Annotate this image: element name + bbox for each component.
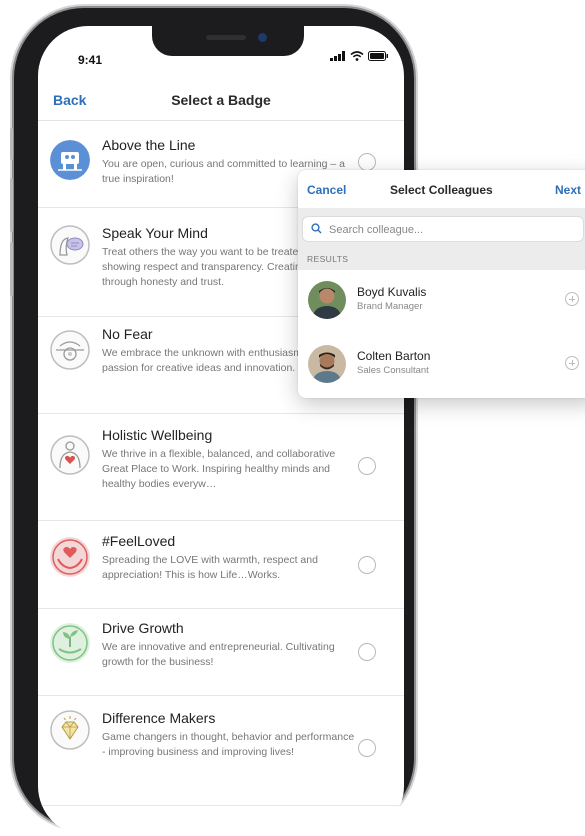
badge-description: Game changers in thought, behavior and p… [102, 731, 355, 758]
badge-radio[interactable] [358, 153, 376, 171]
badge-row-holistic-wellbeing[interactable]: Holistic Wellbeing We thrive in a flexib… [38, 413, 404, 521]
colleagues-title: Select Colleagues [390, 183, 493, 197]
phone-volume-up-button [10, 178, 13, 232]
colleague-name: Colten Barton [357, 349, 431, 363]
avatar [308, 345, 346, 383]
add-colleague-button[interactable] [565, 356, 579, 370]
colleague-name: Boyd Kuvalis [357, 285, 427, 299]
wifi-icon [350, 51, 364, 61]
phone-notch [152, 26, 304, 56]
avatar [308, 281, 346, 319]
search-icon [311, 223, 322, 234]
next-button[interactable]: Next [555, 183, 581, 197]
feel-loved-icon [50, 537, 90, 577]
badge-description: Spreading the LOVE with warmth, respect … [102, 554, 318, 581]
status-time: 9:41 [78, 53, 103, 67]
no-fear-icon [50, 330, 90, 370]
holistic-wellbeing-icon [50, 435, 90, 475]
badge-title: Holistic Wellbeing [102, 427, 213, 443]
add-colleague-button[interactable] [565, 292, 579, 306]
badge-description: We are innovative and entrepreneurial. C… [102, 641, 335, 668]
search-input[interactable] [327, 220, 581, 240]
badge-title: Drive Growth [102, 620, 184, 636]
badge-row-difference-makers[interactable]: Difference Makers Game changers in thoug… [38, 695, 404, 806]
signal-icon [330, 51, 345, 61]
camera [258, 33, 267, 42]
badge-title: Above the Line [102, 137, 196, 153]
badge-radio[interactable] [358, 643, 376, 661]
battery-icon [368, 51, 388, 61]
phone-side-button [10, 128, 13, 160]
colleague-row[interactable]: Colten Barton Sales Consultant [298, 334, 585, 398]
colleague-role: Sales Consultant [357, 365, 429, 376]
results-label: RESULTS [307, 254, 349, 264]
badge-title: Difference Makers [102, 710, 216, 726]
cancel-button[interactable]: Cancel [307, 183, 346, 197]
badge-title: No Fear [102, 326, 153, 342]
nav-divider [38, 120, 404, 121]
speak-your-mind-icon [50, 225, 90, 265]
drive-growth-icon [50, 623, 90, 663]
phone-frame: 9:41 Back Select a Badge Above the Line … [10, 8, 414, 836]
badge-row-drive-growth[interactable]: Drive Growth We are innovative and entre… [38, 608, 404, 696]
colleague-role: Brand Manager [357, 301, 423, 312]
badge-radio[interactable] [358, 457, 376, 475]
page-title: Select a Badge [171, 92, 271, 108]
phone-screen: 9:41 Back Select a Badge Above the Line … [38, 26, 404, 836]
status-icons [330, 51, 388, 61]
badge-title: Speak Your Mind [102, 225, 208, 241]
badge-description: We thrive in a flexible, balanced, and c… [102, 448, 336, 490]
results-header: RESULTS [298, 250, 585, 270]
select-colleagues-panel: Cancel Select Colleagues Next RESULTS Bo… [298, 170, 585, 398]
search-bar [298, 208, 585, 250]
badge-radio[interactable] [358, 739, 376, 757]
badge-title: #FeelLoved [102, 533, 176, 549]
above-the-line-icon [50, 140, 90, 180]
speaker [206, 35, 246, 40]
search-box[interactable] [302, 216, 584, 242]
difference-makers-icon [50, 710, 90, 750]
badge-row-feel-loved[interactable]: #FeelLoved Spreading the LOVE with warmt… [38, 520, 404, 609]
badge-radio[interactable] [358, 556, 376, 574]
phone-volume-down-button [10, 242, 13, 296]
colleague-row[interactable]: Boyd Kuvalis Brand Manager [298, 270, 585, 335]
